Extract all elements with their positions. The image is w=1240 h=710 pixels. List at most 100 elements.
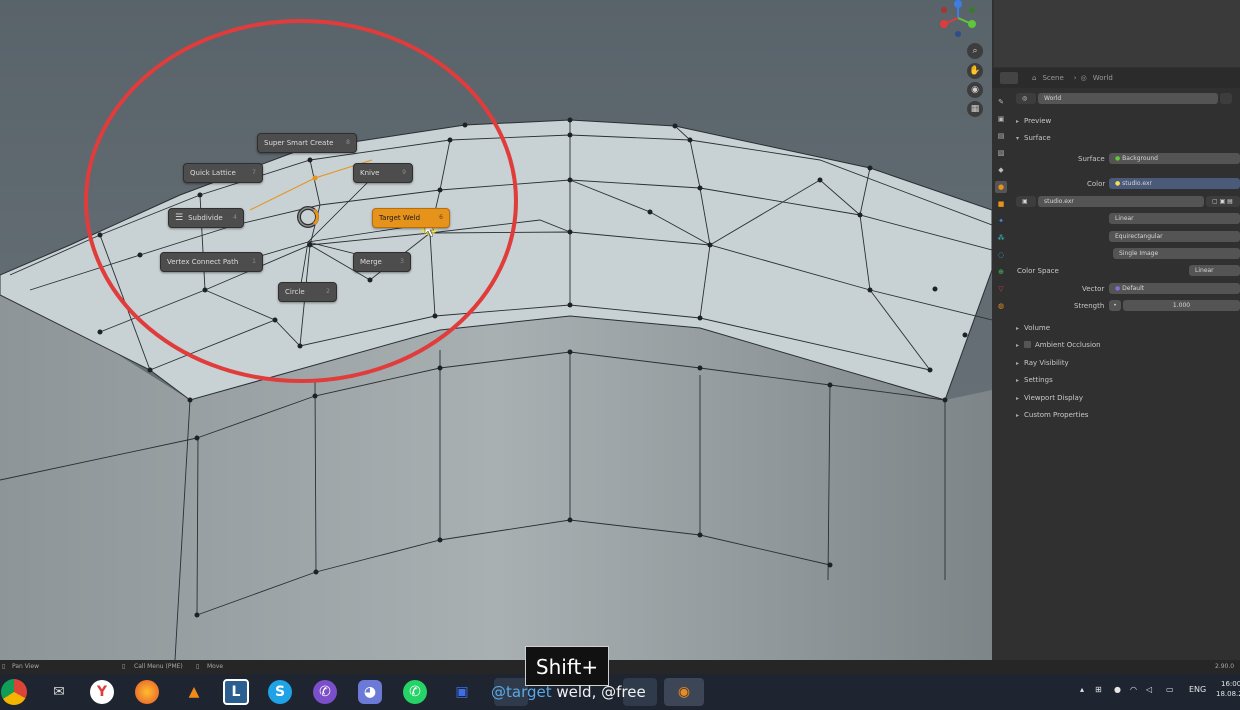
chevron-right-icon: ▸ [1016, 360, 1020, 367]
image-browse-button[interactable]: ▣ [1016, 196, 1036, 207]
projection-select[interactable]: Equirectangular [1109, 231, 1240, 242]
pie-item-label: Subdivide [188, 214, 223, 222]
color-space-label: Color Space [1017, 267, 1059, 275]
microphone-icon[interactable]: ● [1114, 685, 1121, 694]
pie-item-merge[interactable]: Merge 3 [353, 252, 411, 272]
particles-tab-icon[interactable]: ⁂ [995, 232, 1007, 244]
mesh-scene [0, 0, 992, 660]
pie-item-shortcut: 6 [439, 214, 443, 221]
section-label: Ray Visibility [1024, 359, 1069, 367]
skype-icon[interactable]: S [268, 680, 292, 704]
color-value: studio.exr [1122, 180, 1153, 187]
tray-chevron-up-icon[interactable]: ▴ [1080, 685, 1084, 694]
yandex-icon[interactable]: Y [90, 680, 114, 704]
pie-item-vertex-connect-path[interactable]: Vertex Connect Path 1 [160, 252, 263, 272]
vector-field[interactable]: ● Default [1109, 283, 1240, 294]
section-viewport-display[interactable]: ▸ Viewport Display [1016, 394, 1083, 402]
world-tab-icon[interactable]: ● [995, 181, 1007, 193]
clock-date[interactable]: 18.08.2 [1216, 690, 1240, 698]
viber-icon[interactable]: ✆ [313, 680, 337, 704]
chrome-icon[interactable] [1, 679, 27, 705]
chevron-right-icon: ▸ [1016, 342, 1020, 349]
breadcrumb-world[interactable]: World [1093, 74, 1113, 82]
caption-text: @target weld, @free [491, 683, 646, 701]
section-label: Ambient Occlusion [1035, 341, 1101, 349]
chevron-down-icon: ▾ [1016, 135, 1020, 142]
pan-hand-icon[interactable]: ✋ [967, 63, 983, 79]
blender-icon[interactable]: ◉ [664, 678, 704, 706]
socket-dot-icon: ● [1115, 285, 1121, 292]
app-l-icon[interactable]: L [223, 679, 249, 705]
section-custom-properties[interactable]: ▸ Custom Properties [1016, 411, 1088, 419]
image-source-select[interactable]: Single Image [1113, 248, 1240, 259]
world-browse-button[interactable]: ◎ [1016, 93, 1036, 104]
keyboard-icon[interactable]: ▭ [1166, 685, 1174, 694]
section-label: Surface [1024, 134, 1051, 142]
interpolation-select[interactable]: Linear [1109, 213, 1240, 224]
world-icon: ◎ [1080, 74, 1087, 82]
vlc-icon[interactable]: ▲ [180, 678, 208, 706]
strength-label: Strength [1074, 302, 1105, 310]
network-icon[interactable]: ◠ [1130, 685, 1137, 694]
tool-tab-icon[interactable]: ✎ [995, 96, 1007, 108]
discord-icon[interactable]: ◕ [358, 680, 382, 704]
whatsapp-icon[interactable]: ✆ [403, 680, 427, 704]
section-volume[interactable]: ▸ Volume [1016, 324, 1050, 332]
chevron-right-icon: › [1073, 74, 1077, 82]
material-tab-icon[interactable]: ◍ [995, 300, 1007, 312]
mail-icon[interactable]: ✉ [45, 678, 73, 706]
firefox-icon[interactable] [135, 680, 159, 704]
3d-viewport[interactable]: Super Smart Create 8 Quick Lattice 7 Kni… [0, 0, 992, 660]
volume-icon[interactable]: ◁ [1146, 685, 1152, 694]
pie-item-circle[interactable]: Circle 2 [278, 282, 337, 302]
shield-icon[interactable] [1220, 93, 1232, 104]
checkbox[interactable] [1024, 341, 1031, 348]
section-ambient-occlusion[interactable]: ▸ Ambient Occlusion [1016, 341, 1101, 349]
pie-item-quick-lattice[interactable]: Quick Lattice 7 [183, 163, 263, 183]
camera-icon[interactable]: ◉ [967, 82, 983, 98]
chevron-right-icon: ▸ [1016, 118, 1020, 125]
pie-item-target-weld[interactable]: Target Weld 6 [372, 208, 450, 228]
editor-type-icon[interactable] [1000, 72, 1018, 84]
physics-tab-icon[interactable]: ◌ [995, 249, 1007, 261]
render-tab-icon[interactable]: ▣ [995, 113, 1007, 125]
modifier-tab-icon[interactable]: ✦ [995, 215, 1007, 227]
section-ray-visibility[interactable]: ▸ Ray Visibility [1016, 359, 1069, 367]
pie-item-knive[interactable]: Knive 9 [353, 163, 413, 183]
object-tab-icon[interactable]: ■ [995, 198, 1007, 210]
color-space-select[interactable]: Linear [1189, 265, 1240, 276]
tray-app-icon[interactable]: ⊞ [1095, 685, 1102, 694]
section-surface[interactable]: ▾ Surface [1016, 134, 1051, 142]
pie-item-subdivide[interactable]: ☰ Subdivide 4 [168, 208, 244, 228]
pie-item-label: Quick Lattice [190, 169, 236, 177]
zoom-icon[interactable]: ⌕ [967, 43, 983, 59]
section-settings[interactable]: ▸ Settings [1016, 376, 1053, 384]
save-disk-icon[interactable]: ▣ [448, 678, 476, 706]
blender-version: 2.90.0 [1215, 663, 1235, 670]
shader-dot-icon: ● [1115, 155, 1121, 162]
clock-time[interactable]: 16:00 [1221, 680, 1240, 688]
image-name-field[interactable]: studio.exr [1038, 196, 1204, 207]
surface-value: Background [1122, 155, 1158, 162]
language-indicator[interactable]: ENG [1189, 685, 1206, 694]
scene-tab-icon[interactable]: ◆ [995, 164, 1007, 176]
output-tab-icon[interactable]: ▤ [995, 130, 1007, 142]
image-actions[interactable]: ▢ ▣ ▤ [1206, 196, 1240, 207]
grid-icon[interactable]: ▦ [967, 101, 983, 117]
pie-item-shortcut: 2 [326, 288, 330, 295]
status-move: Move [207, 663, 224, 670]
view-layer-tab-icon[interactable]: ▧ [995, 147, 1007, 159]
navigation-gizmo[interactable] [935, 0, 981, 40]
pie-item-super-smart-create[interactable]: Super Smart Create 8 [257, 133, 357, 153]
surface-shader-field[interactable]: ● Background [1109, 153, 1240, 164]
constraints-tab-icon[interactable]: ⊕ [995, 266, 1007, 278]
vector-value: Default [1122, 285, 1145, 292]
caption-tag: @target [491, 683, 552, 701]
data-tab-icon[interactable]: ▽ [995, 283, 1007, 295]
section-label: Settings [1024, 376, 1053, 384]
color-texture-field[interactable]: ● studio.exr [1109, 178, 1240, 189]
world-name-field[interactable]: World [1038, 93, 1218, 104]
section-preview[interactable]: ▸ Preview [1016, 117, 1051, 125]
strength-field[interactable]: 1.000 [1123, 300, 1240, 311]
breadcrumb-scene[interactable]: Scene [1042, 74, 1063, 82]
